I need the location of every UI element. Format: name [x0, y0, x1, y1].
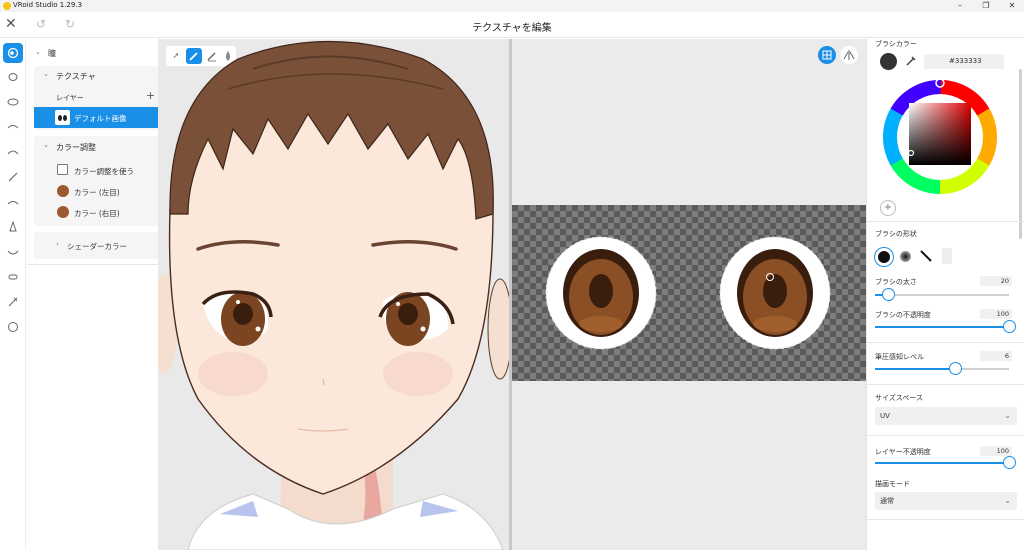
layer-item-selected[interactable]: デフォルト画像: [34, 107, 176, 128]
eyedropper-icon[interactable]: [904, 54, 918, 68]
right-eye-color-swatch[interactable]: [57, 206, 69, 218]
chevron-down-icon: ⌄: [1004, 411, 1011, 420]
pressure-input[interactable]: 6: [980, 351, 1012, 361]
panel-scrollbar[interactable]: [1019, 69, 1022, 239]
color-adjust-chevron-icon[interactable]: ⌄: [43, 141, 49, 149]
brush-color-title: ブラシカラー: [875, 40, 917, 48]
pressure-label: 筆圧感知レベル: [875, 353, 924, 361]
color-adjust-card: ⌄ カラー調整 ? カラー調整を使う カラー (左目) カラー (右目): [34, 136, 176, 226]
hex-color-input[interactable]: #333333: [924, 54, 1004, 69]
add-swatch-button[interactable]: +: [880, 200, 896, 216]
texture-card: ⌄ テクスチャ レイヤー + デフォルト画像: [34, 66, 176, 130]
use-color-adjust-checkbox[interactable]: [57, 164, 68, 175]
page-title: テクスチャを編集: [472, 23, 552, 34]
layer-opacity-slider[interactable]: [875, 456, 1016, 469]
draw-mode-value: 通常: [880, 497, 894, 505]
mouth-category-icon[interactable]: [3, 242, 23, 262]
pressure-slider[interactable]: [875, 362, 1009, 375]
app-logo-icon: [3, 2, 11, 10]
layer-opacity-label: レイヤー不透明度: [875, 448, 931, 456]
layer-opacity-input[interactable]: 100: [980, 446, 1012, 456]
texture-chevron-icon[interactable]: ⌄: [43, 70, 49, 78]
soft-round-brush-icon[interactable]: [900, 251, 911, 262]
layer-thumbnail: [55, 110, 70, 125]
eyelash-category-icon[interactable]: [3, 142, 23, 162]
accessory-category-icon[interactable]: [3, 292, 23, 312]
draw-mode-select[interactable]: 通常 ⌄: [875, 492, 1017, 510]
size-space-select[interactable]: UV ⌄: [875, 407, 1017, 425]
texture-layer-panel: ⌄ 瞳 ⌄ テクスチャ レイヤー + デフォルト画像 ⌄ カラー調整 ? カラー…: [27, 39, 176, 550]
ear-category-icon[interactable]: [3, 267, 23, 287]
window-close-button[interactable]: ✕: [1001, 0, 1023, 12]
eye-category-icon[interactable]: [3, 43, 23, 63]
nose-category-icon[interactable]: [3, 217, 23, 237]
section-divider: [867, 519, 1024, 520]
editor-header: ✕ ↺ ↻ テクスチャを編集: [0, 12, 1024, 38]
brow-category-icon[interactable]: [3, 167, 23, 187]
category-icon-bar: [0, 39, 26, 550]
brush-settings-panel: ブラシカラー #333333 + ブラシの形状 ブラシの太さ 20 ブラシの不透…: [866, 39, 1024, 550]
collapse-chevron-icon[interactable]: ⌄: [35, 48, 41, 56]
brush-size-input[interactable]: 20: [980, 276, 1012, 286]
lip-category-icon[interactable]: [3, 192, 23, 212]
texture-brush-icon[interactable]: [942, 248, 952, 264]
brush-opacity-label: ブラシの不透明度: [875, 311, 931, 319]
layer-name: デフォルト画像: [74, 114, 127, 123]
window-titlebar: VRoid Studio 1.29.3 – ❐ ✕: [0, 0, 1024, 12]
eye-texture-image: [545, 236, 831, 350]
section-divider: [867, 435, 1024, 436]
window-title: VRoid Studio 1.29.3: [13, 1, 83, 9]
eyeline-category-icon[interactable]: [3, 117, 23, 137]
model-3d-viewport[interactable]: ➚: [158, 39, 509, 550]
size-space-value: UV: [880, 412, 890, 420]
brush-size-slider[interactable]: [875, 288, 1009, 301]
character-face-render: [158, 40, 509, 550]
section-divider: [867, 342, 1024, 343]
shader-color-card[interactable]: › シェーダーカラー: [34, 232, 176, 259]
brush-opacity-input[interactable]: 100: [980, 309, 1012, 319]
add-layer-icon[interactable]: +: [146, 89, 155, 102]
draw-mode-title: 描画モード: [875, 480, 910, 488]
brush-size-label: ブラシの太さ: [875, 278, 917, 286]
eyewhite-category-icon[interactable]: [3, 92, 23, 112]
brush-shape-title: ブラシの形状: [875, 230, 917, 238]
color-wheel-picker[interactable]: [880, 77, 1010, 202]
hard-round-brush-icon[interactable]: [874, 247, 894, 267]
pen-brush-icon[interactable]: [919, 249, 933, 263]
uv-texture-canvas[interactable]: [512, 39, 866, 550]
chevron-down-icon: ⌄: [1004, 496, 1011, 505]
section-divider: [867, 221, 1024, 222]
shader-chevron-icon: ›: [56, 240, 59, 248]
brush-opacity-slider[interactable]: [875, 320, 1016, 333]
face-category-icon[interactable]: [3, 67, 23, 87]
maximize-button[interactable]: ❐: [975, 0, 997, 12]
current-color-swatch[interactable]: [880, 53, 897, 70]
minimize-button[interactable]: –: [949, 0, 971, 12]
panel-divider: [27, 264, 158, 265]
left-eye-color-swatch[interactable]: [57, 185, 69, 197]
size-space-title: サイズスペース: [875, 394, 923, 402]
skin-category-icon[interactable]: [3, 317, 23, 337]
section-divider: [867, 384, 1024, 385]
